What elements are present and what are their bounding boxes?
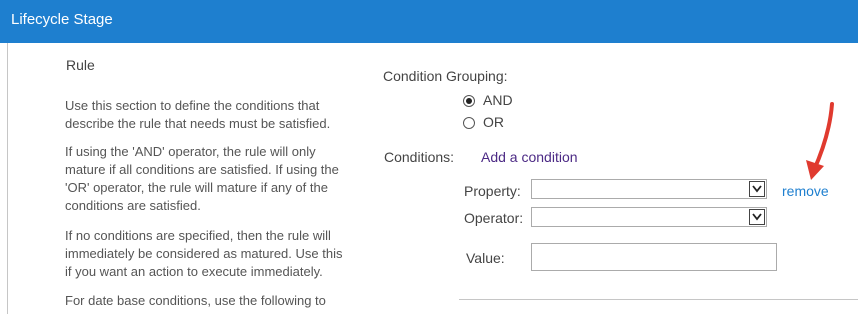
chevron-down-icon[interactable]: [749, 181, 765, 197]
description-line: conditions are satisfied.: [65, 198, 201, 213]
description-line: 'OR' operator, the rule will mature if a…: [65, 180, 328, 195]
and-radio-label[interactable]: AND: [483, 92, 513, 108]
operator-select[interactable]: [531, 207, 767, 227]
remove-condition-link[interactable]: remove: [782, 183, 829, 199]
or-radio-label[interactable]: OR: [483, 114, 504, 130]
left-border: [7, 43, 8, 314]
value-input[interactable]: [531, 243, 777, 271]
section-divider: [459, 299, 858, 300]
add-condition-link[interactable]: Add a condition: [481, 149, 578, 165]
description-line: mature if all conditions are satisfied. …: [65, 162, 339, 177]
section-title: Rule: [66, 57, 95, 73]
conditions-label: Conditions:: [384, 149, 455, 165]
condition-grouping-label: Condition Grouping:: [383, 68, 508, 84]
operator-label: Operator:: [464, 210, 524, 226]
and-radio[interactable]: [463, 95, 475, 107]
property-select[interactable]: [531, 179, 767, 199]
lifecycle-stage-header: Lifecycle Stage: [0, 0, 858, 43]
description-line: immediately be considered as matured. Us…: [65, 246, 343, 261]
property-label: Property:: [464, 183, 521, 199]
description-line: if you want an action to execute immedia…: [65, 264, 323, 279]
chevron-down-icon[interactable]: [749, 209, 765, 225]
description-paragraph: Use this section to define the condition…: [65, 97, 355, 133]
value-label: Value:: [466, 250, 505, 266]
description-paragraph: For date base conditions, use the follow…: [65, 292, 355, 310]
red-arrow-icon: [806, 102, 834, 180]
description-line: For date base conditions, use the follow…: [65, 293, 326, 308]
description-line: If using the 'AND' operator, the rule wi…: [65, 144, 316, 159]
description-line: describe the rule that needs must be sat…: [65, 116, 331, 131]
description-line: If no conditions are specified, then the…: [65, 228, 331, 243]
description-paragraph: If no conditions are specified, then the…: [65, 227, 355, 281]
description-line: Use this section to define the condition…: [65, 98, 320, 113]
or-radio[interactable]: [463, 117, 475, 129]
description-paragraph: If using the 'AND' operator, the rule wi…: [65, 143, 355, 215]
header-title: Lifecycle Stage: [11, 11, 113, 28]
